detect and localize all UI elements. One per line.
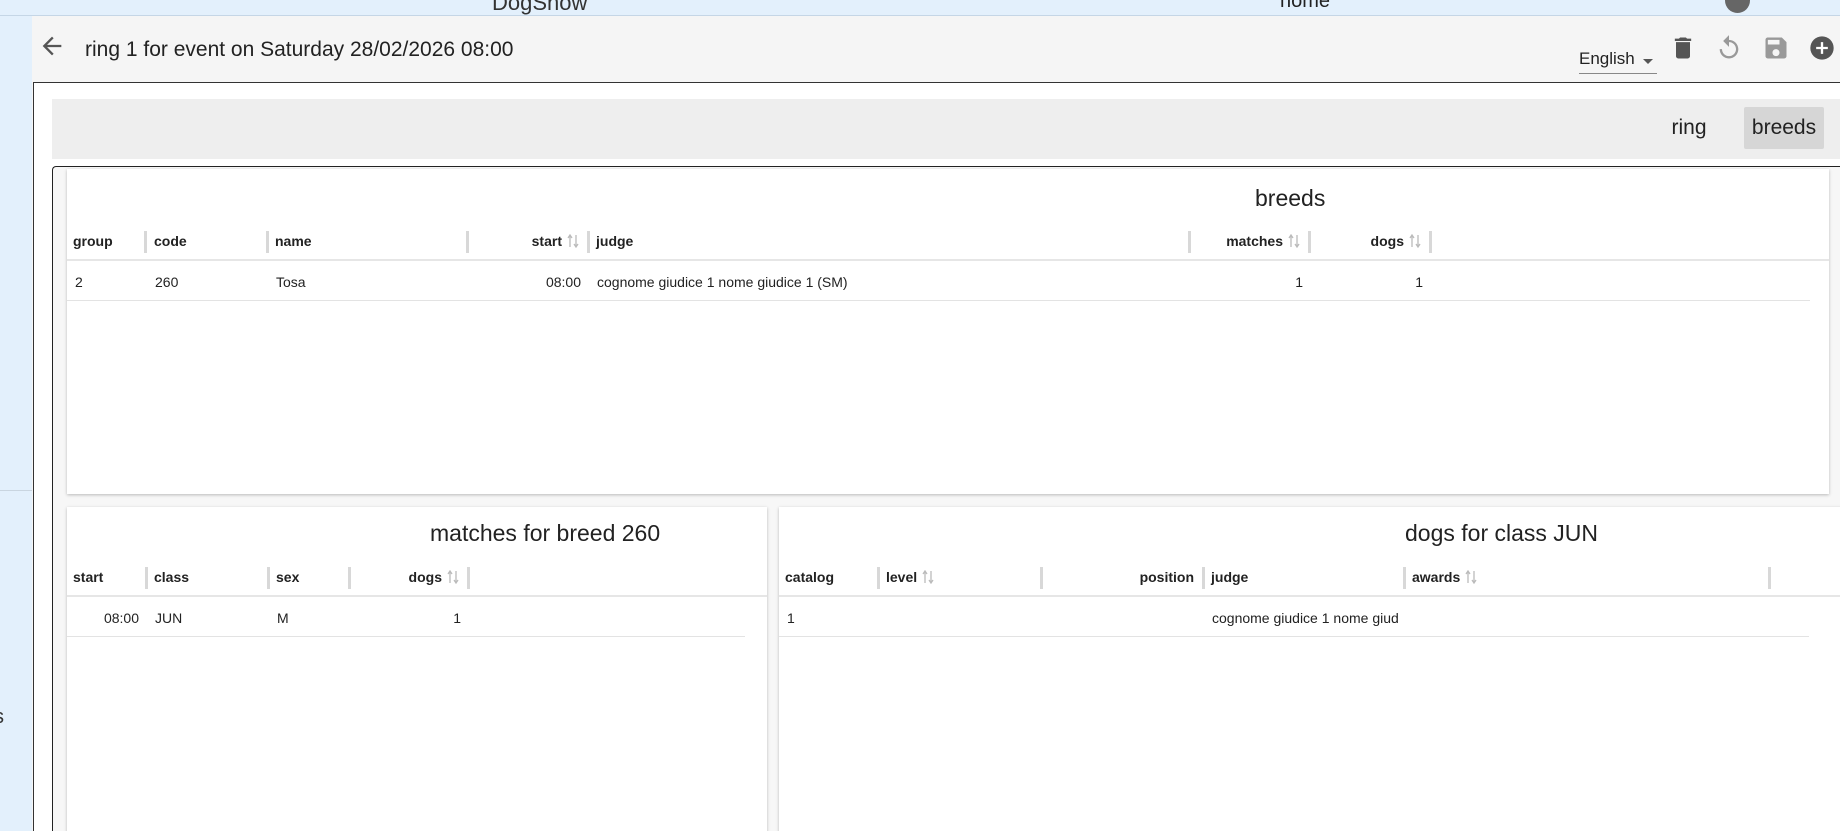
col-header-group[interactable]: group [67, 221, 144, 261]
cell-group: 2 [75, 274, 83, 290]
dogs-table-header: catalog level position judge awards [779, 557, 1840, 597]
side-nav-divider [0, 490, 32, 491]
save-button[interactable] [1760, 32, 1792, 64]
column-resize-handle[interactable] [467, 567, 470, 589]
app-bar: DogShow home [0, 0, 1840, 16]
sort-icon [1465, 570, 1477, 584]
col-header-dogs[interactable]: dogs [351, 557, 467, 597]
cell-start: 08:00 [545, 274, 581, 290]
breeds-card: breeds group code name start judge match… [67, 169, 1829, 494]
matches-card: matches for breed 260 start class sex do… [67, 507, 767, 831]
col-header-awards-label: awards [1412, 569, 1461, 585]
cell-name: Tosa [276, 274, 306, 290]
matches-table-title: matches for breed 260 [430, 520, 661, 546]
col-header-level-label: level [886, 569, 918, 585]
tab-ring[interactable]: ring [1656, 107, 1722, 149]
column-resize-handle[interactable] [1429, 231, 1432, 253]
col-header-code[interactable]: code [148, 221, 266, 261]
col-header-dogs-label: dogs [408, 569, 442, 585]
back-arrow-icon[interactable] [36, 32, 68, 64]
cell-level [879, 599, 1041, 637]
delete-button[interactable] [1667, 32, 1699, 64]
col-header-awards[interactable]: awards [1406, 557, 1768, 597]
column-resize-handle[interactable] [144, 231, 147, 253]
dogs-table-title: dogs for class JUN [1405, 520, 1599, 546]
col-header-position[interactable]: position [1043, 557, 1202, 597]
col-header-dogs[interactable]: dogs [1311, 221, 1429, 261]
breeds-tab-panel: breeds group code name start judge match… [52, 166, 1840, 831]
side-nav-item-fragment[interactable]: s [0, 706, 4, 729]
cell-judge: cognome giudice 1 nome giud [1212, 610, 1399, 626]
app-title: DogShow [492, 0, 588, 15]
account-icon[interactable] [1725, 0, 1750, 13]
language-value: English [1579, 49, 1635, 68]
nav-home-link[interactable]: home [1280, 0, 1330, 13]
undo-button[interactable] [1713, 32, 1745, 64]
col-header-dogs-label: dogs [1370, 233, 1404, 249]
tab-bar: ring breeds [52, 99, 1840, 159]
table-row[interactable]: 2 260 Tosa 08:00 cognome giudice 1 nome … [67, 263, 1810, 301]
table-row[interactable]: 1 cognome giudice 1 nome giud [779, 599, 1809, 637]
cell-dogs: 1 [1415, 274, 1423, 290]
col-header-judge[interactable]: judge [1205, 557, 1403, 597]
col-header-level[interactable]: level [880, 557, 1040, 597]
col-header-catalog[interactable]: catalog [779, 557, 877, 597]
language-select[interactable]: English [1579, 44, 1657, 74]
col-header-judge[interactable]: judge [590, 221, 1188, 261]
trash-icon [1674, 37, 1692, 59]
matches-table-header: start class sex dogs [67, 557, 767, 597]
add-button[interactable] [1806, 32, 1838, 64]
tab-breeds[interactable]: breeds [1744, 107, 1824, 149]
sort-icon [567, 234, 579, 248]
undo-icon [1719, 35, 1739, 59]
col-header-class[interactable]: class [148, 557, 267, 597]
content-frame: ring breeds breeds group code name start… [33, 82, 1840, 831]
sort-icon [447, 570, 459, 584]
col-header-start[interactable]: start [469, 221, 587, 261]
add-circle-icon [1810, 36, 1834, 60]
cell-class: JUN [155, 610, 183, 626]
col-header-start[interactable]: start [67, 557, 145, 597]
cell-code: 260 [155, 274, 179, 290]
cell-judge: cognome giudice 1 nome giudice 1 (SM) [597, 274, 848, 290]
side-nav: s [0, 16, 32, 831]
breeds-table-title: breeds [1255, 185, 1326, 211]
col-header-name[interactable]: name [269, 221, 465, 261]
cell-dogs: 1 [453, 610, 461, 626]
save-icon [1765, 37, 1787, 59]
main-area: ring 1 for event on Saturday 28/02/2026 … [32, 16, 1840, 831]
sort-icon [922, 570, 934, 584]
sort-icon [1409, 234, 1421, 248]
col-header-matches[interactable]: matches [1191, 221, 1308, 261]
col-header-sex[interactable]: sex [270, 557, 348, 597]
col-header-start-label: start [531, 233, 562, 249]
cell-catalog: 1 [787, 610, 795, 626]
col-header-matches-label: matches [1226, 233, 1283, 249]
cell-awards [1405, 599, 1767, 637]
cell-sex: M [277, 610, 289, 626]
breeds-table-header: group code name start judge matches dogs [67, 221, 1829, 261]
column-resize-handle[interactable] [1768, 567, 1771, 589]
sort-icon [1288, 234, 1300, 248]
cell-matches: 1 [1295, 274, 1303, 290]
cell-position [1041, 599, 1203, 637]
page-title: ring 1 for event on Saturday 28/02/2026 … [85, 38, 514, 61]
table-row[interactable]: 08:00 JUN M 1 [67, 599, 745, 637]
chevron-down-icon [1643, 59, 1653, 64]
cell-start: 08:00 [103, 610, 139, 626]
dogs-card: dogs for class JUN catalog level positio… [779, 507, 1840, 831]
